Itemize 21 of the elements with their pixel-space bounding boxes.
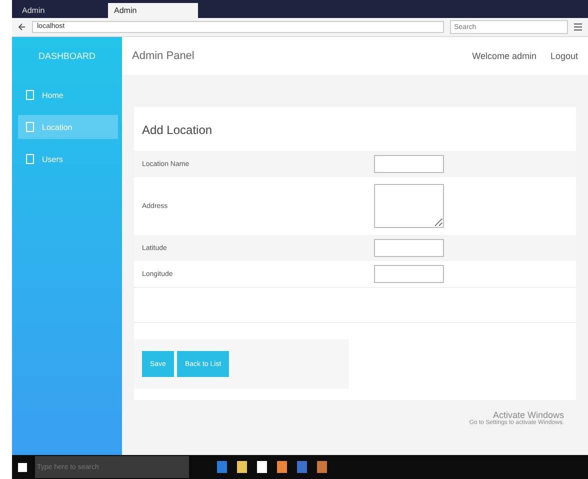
input-field[interactable] (374, 155, 444, 173)
sidebar-item[interactable]: Location (18, 115, 118, 139)
logout-link[interactable]: Logout (550, 51, 578, 61)
back-icon[interactable] (18, 23, 26, 31)
input-field[interactable] (374, 239, 444, 257)
input-field[interactable] (374, 265, 444, 283)
welcome-text: Welcome admin (472, 51, 536, 61)
sidebar-item[interactable]: Home (18, 83, 118, 107)
form-title: Add Location (141, 122, 214, 139)
browser-tab[interactable]: Admin (108, 3, 198, 18)
sidebar-item[interactable]: Users (18, 147, 118, 171)
browser-tab[interactable]: Admin (16, 3, 106, 18)
page-icon (26, 154, 34, 164)
watermark-title: Activate Windows (492, 410, 564, 420)
page-icon (26, 122, 34, 132)
windows-icon[interactable] (18, 462, 27, 472)
menu-icon[interactable] (574, 23, 582, 31)
sidebar-title: DASHBOARD (37, 50, 96, 63)
address-field[interactable] (374, 184, 444, 228)
page-icon (26, 90, 34, 100)
page-title: Admin Panel (132, 50, 196, 62)
